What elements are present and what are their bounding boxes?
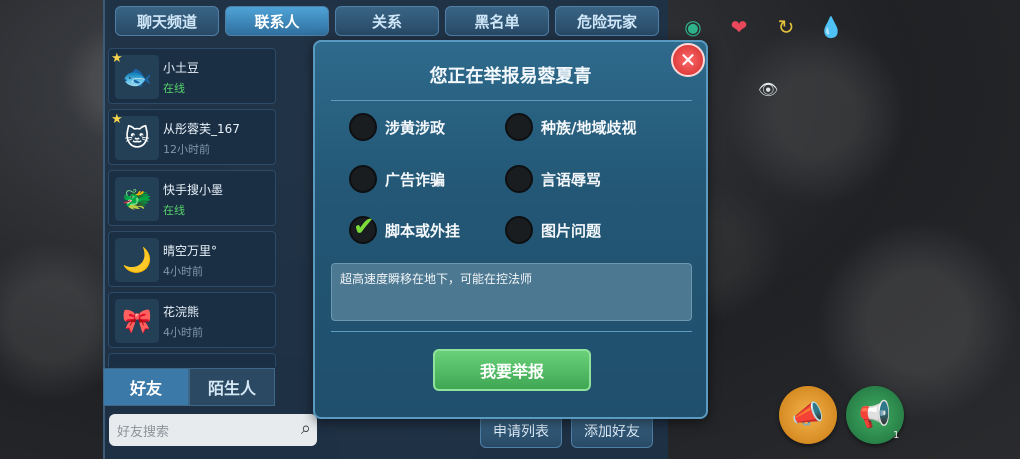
option-discrimination[interactable]: 种族/地域歧视 bbox=[505, 113, 636, 141]
tab-relations[interactable]: 关系 bbox=[335, 6, 439, 36]
contact-name: 快手搜小墨 bbox=[163, 183, 224, 197]
apply-list-button[interactable]: 申请列表 bbox=[480, 414, 562, 448]
contact-status: 4小时前 bbox=[163, 326, 203, 339]
contact-status: 在线 bbox=[163, 82, 185, 95]
contact-item[interactable]: 🎀 花浣熊 4小时前 bbox=[108, 292, 276, 348]
option-label: 言语辱骂 bbox=[541, 170, 602, 189]
contact-name: 小土豆 bbox=[163, 61, 200, 75]
submit-report-button[interactable]: 我要举报 bbox=[433, 349, 591, 391]
dialog-title: 您正在举报易蓉夏青 bbox=[429, 66, 592, 87]
avatar: 🐲 bbox=[115, 177, 159, 221]
friend-type-tabs: 好友 陌生人 bbox=[103, 368, 275, 406]
option-image-problem[interactable]: 图片问题 bbox=[505, 216, 601, 244]
contact-item[interactable]: 🐱 ★ 从彤蓉芙_167 12小时前 bbox=[108, 109, 276, 165]
contact-item[interactable]: 🌙 晴空万里° 4小时前 bbox=[108, 231, 276, 287]
contact-status: 12小时前 bbox=[163, 143, 210, 156]
tab-chat-channel[interactable]: 聊天频道 bbox=[115, 6, 219, 36]
option-porn-politics[interactable]: 涉黄涉政 bbox=[349, 113, 445, 141]
radio-button[interactable] bbox=[505, 165, 533, 193]
search-placeholder: 好友搜索 bbox=[117, 424, 170, 440]
radio-button[interactable] bbox=[349, 165, 377, 193]
option-label: 图片问题 bbox=[541, 221, 602, 240]
option-label: 广告诈骗 bbox=[385, 170, 446, 189]
contact-name: 晴空万里° bbox=[163, 244, 218, 258]
report-dialog: 您正在举报易蓉夏青 ✕ 涉黄涉政 种族/地域歧视 广告诈骗 言语辱骂 脚本或外挂… bbox=[313, 40, 708, 419]
divider bbox=[331, 100, 692, 101]
contact-name: 花浣熊 bbox=[163, 305, 200, 319]
option-label: 脚本或外挂 bbox=[385, 221, 461, 240]
contact-status: 4小时前 bbox=[163, 265, 203, 278]
tab-danger-players[interactable]: 危险玩家 bbox=[555, 6, 659, 36]
contact-list: 🐟 ★ 小土豆 在线 🐱 ★ 从彤蓉芙_167 12小时前 🐲 快手搜小墨 在线… bbox=[108, 48, 276, 367]
contact-item[interactable]: 🐲 快手搜小墨 在线 bbox=[108, 170, 276, 226]
contact-name: 从彤蓉芙_167 bbox=[163, 122, 240, 136]
tab-contacts[interactable]: 联系人 bbox=[225, 6, 329, 36]
add-friend-button[interactable]: 添加好友 bbox=[571, 414, 653, 448]
search-icon[interactable]: ⌕ bbox=[301, 418, 311, 439]
divider bbox=[331, 331, 692, 332]
contact-status: 在线 bbox=[163, 204, 185, 217]
radio-button[interactable] bbox=[349, 113, 377, 141]
friend-search-input[interactable]: 好友搜索 ⌕ bbox=[109, 414, 317, 446]
share-icon[interactable]: ↻ bbox=[767, 8, 805, 46]
voice-count: 1 bbox=[893, 430, 900, 441]
eye-icon[interactable]: 👁 bbox=[758, 80, 778, 99]
tab-blacklist[interactable]: 黑名单 bbox=[445, 6, 549, 36]
star-icon: ★ bbox=[111, 112, 123, 127]
contact-item[interactable]: 🐟 ★ 小土豆 在线 bbox=[108, 48, 276, 104]
option-verbal-abuse[interactable]: 言语辱骂 bbox=[505, 165, 601, 193]
drop-icon[interactable]: 💧 bbox=[812, 8, 850, 46]
reason-textarea[interactable]: 超高速度瞬移在地下，可能在控法师 bbox=[331, 263, 692, 321]
option-script-cheat[interactable]: 脚本或外挂 bbox=[349, 212, 461, 244]
top-tabs: 聊天频道 联系人 关系 黑名单 危险玩家 bbox=[115, 6, 659, 36]
radio-button[interactable] bbox=[505, 113, 533, 141]
avatar: 🎀 bbox=[115, 299, 159, 343]
contact-item-partial[interactable] bbox=[108, 353, 276, 367]
radio-button-checked[interactable] bbox=[349, 212, 377, 244]
horn-icon[interactable]: 📣 bbox=[779, 386, 837, 444]
option-ad-fraud[interactable]: 广告诈骗 bbox=[349, 165, 445, 193]
tab-strangers[interactable]: 陌生人 bbox=[189, 368, 275, 406]
avatar: 🌙 bbox=[115, 238, 159, 282]
star-icon: ★ bbox=[111, 51, 123, 66]
radio-button[interactable] bbox=[505, 216, 533, 244]
option-label: 涉黄涉政 bbox=[385, 118, 446, 137]
option-label: 种族/地域歧视 bbox=[541, 118, 637, 137]
heart-icon[interactable]: ❤ bbox=[720, 8, 758, 46]
tab-friends[interactable]: 好友 bbox=[103, 368, 189, 406]
close-button[interactable]: ✕ bbox=[671, 43, 705, 77]
